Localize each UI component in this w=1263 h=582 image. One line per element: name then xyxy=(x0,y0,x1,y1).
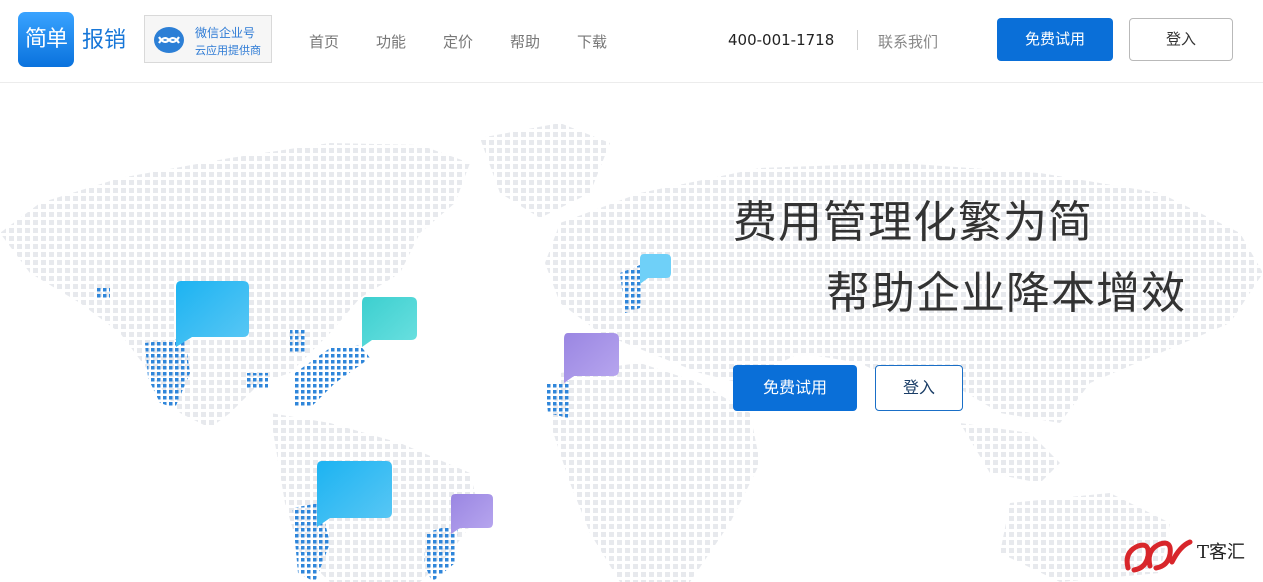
chat-bubble-icon xyxy=(317,461,392,527)
nav-pricing[interactable]: 定价 xyxy=(443,31,473,52)
wechat-enterprise-icon xyxy=(154,27,184,53)
wechat-enterprise-badge[interactable]: 微信企业号 云应用提供商 xyxy=(144,15,272,63)
header-divider xyxy=(857,30,858,50)
hero-title-line2: 帮助企业降本增效 xyxy=(826,268,1186,319)
header-free-trial-button[interactable]: 免费试用 xyxy=(997,18,1113,61)
logo-mark[interactable]: 简单 xyxy=(18,12,74,67)
nav-home[interactable]: 首页 xyxy=(309,31,339,52)
hero-free-trial-button[interactable]: 免费试用 xyxy=(733,365,857,411)
nav-download[interactable]: 下载 xyxy=(577,31,607,52)
nav-help[interactable]: 帮助 xyxy=(510,31,540,52)
world-map-background xyxy=(0,123,1263,582)
top-header: 简单 报销 微信企业号 云应用提供商 首页 功能 定价 帮助 下载 400-00… xyxy=(0,0,1263,83)
chat-bubble-icon xyxy=(362,297,417,347)
badge-line2: 云应用提供商 xyxy=(195,44,261,57)
chat-bubble-icon xyxy=(451,494,493,534)
phone-number: 400-001-1718 xyxy=(728,31,835,49)
watermark-text: T客汇 xyxy=(1197,542,1246,563)
header-login-button[interactable]: 登入 xyxy=(1129,18,1233,61)
logo-text[interactable]: 报销 xyxy=(82,22,126,54)
chat-bubble-icon xyxy=(564,333,619,383)
contact-link[interactable]: 联系我们 xyxy=(878,31,938,52)
hero-title-line1: 费用管理化繁为简 xyxy=(733,197,1093,248)
badge-line1: 微信企业号 xyxy=(195,26,256,40)
hero-login-button[interactable]: 登入 xyxy=(875,365,963,411)
nav-features[interactable]: 功能 xyxy=(376,31,406,52)
